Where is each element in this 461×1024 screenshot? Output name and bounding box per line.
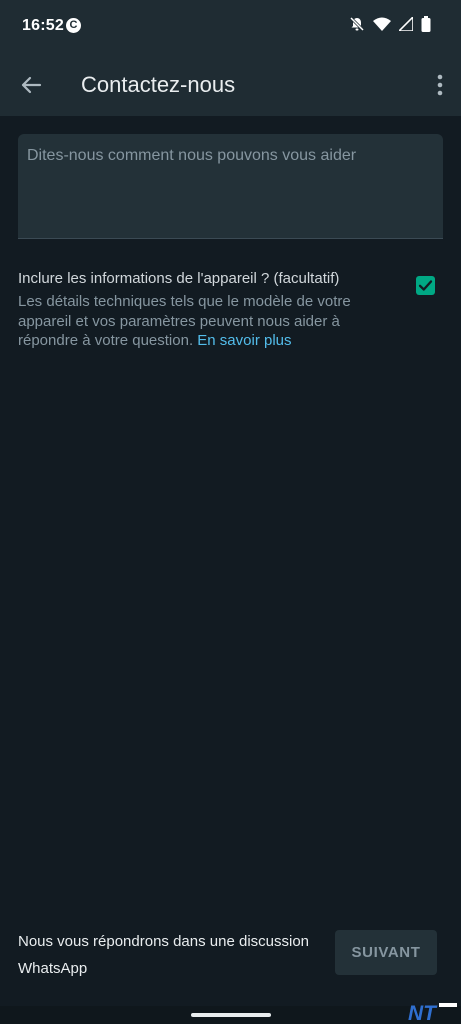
watermark-logo: NT (408, 1002, 457, 1022)
app-bar: Contactez-nous (0, 52, 461, 116)
bell-off-icon (349, 16, 365, 32)
wifi-icon (373, 17, 391, 31)
next-button[interactable]: SUIVANT (335, 930, 437, 975)
device-info-description: Les détails techniques tels que le modèl… (18, 292, 398, 351)
page-title: Contactez-nous (81, 72, 236, 97)
learn-more-link[interactable]: En savoir plus (197, 332, 291, 349)
home-handle[interactable] (191, 1013, 271, 1017)
signal-icon (399, 17, 413, 31)
response-note: Nous vous répondrons dans une discussion… (18, 933, 310, 977)
device-info-checkbox[interactable] (416, 276, 435, 295)
status-icons (349, 16, 431, 32)
message-placeholder: Dites-nous comment nous pouvons vous aid… (27, 147, 357, 164)
battery-icon (421, 16, 431, 32)
status-bar: 16:52 C (0, 0, 461, 52)
device-info-heading: Inclure les informations de l'appareil ?… (18, 270, 340, 287)
navigation-bar (0, 1006, 461, 1024)
check-icon (418, 280, 433, 291)
device-info-section: Inclure les informations de l'appareil ?… (18, 270, 398, 351)
message-input[interactable]: Dites-nous comment nous pouvons vous aid… (18, 134, 443, 239)
device-info-text: Les détails techniques tels que le modèl… (18, 293, 351, 349)
more-vert-icon[interactable] (437, 74, 443, 96)
status-time: 16:52 (22, 17, 64, 34)
watermark-text: NT (408, 1002, 438, 1022)
app-badge-icon: C (66, 18, 81, 33)
arrow-left-icon[interactable] (18, 72, 44, 98)
